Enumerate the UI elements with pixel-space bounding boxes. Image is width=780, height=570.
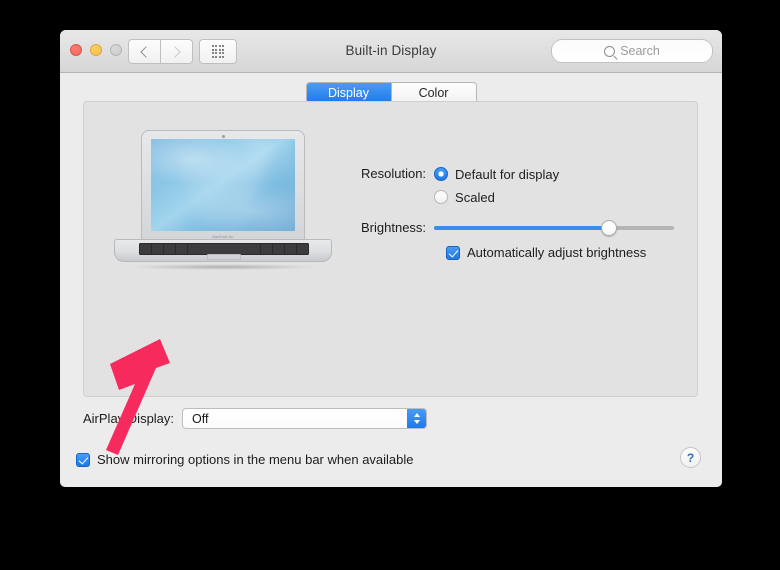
search-field[interactable]: Search	[551, 39, 713, 63]
slider-thumb[interactable]	[601, 220, 618, 236]
screenshot-root: Built-in Display Search Display Color Ma…	[0, 0, 780, 570]
resolution-label: Resolution:	[361, 166, 427, 181]
resolution-options: Default for display Scaled	[434, 165, 559, 211]
auto-brightness-label: Automatically adjust brightness	[467, 245, 647, 260]
airplay-display-label: AirPlay Display:	[83, 410, 175, 426]
macbook-air-preview-image: MacBook Air	[114, 130, 332, 270]
tab-color[interactable]: Color	[390, 83, 476, 103]
laptop-model-label: MacBook Air	[212, 234, 234, 239]
show-mirroring-checkbox[interactable]	[76, 452, 90, 467]
display-settings-panel: MacBook Air Resolution: Default for disp…	[83, 101, 698, 397]
system-preferences-window: Built-in Display Search Display Color Ma…	[60, 30, 722, 487]
radio-button-selected-icon	[434, 167, 449, 181]
tab-display[interactable]: Display	[306, 83, 391, 103]
radio-scaled[interactable]: Scaled	[434, 188, 559, 206]
airplay-display-row: AirPlay Display: Off	[83, 408, 428, 429]
airplay-display-dropdown[interactable]: Off	[182, 408, 428, 429]
window-titlebar: Built-in Display Search	[60, 30, 722, 73]
radio-default-label: Default for display	[455, 166, 560, 182]
popup-arrows-icon	[407, 409, 427, 428]
facetime-camera-icon	[221, 134, 225, 138]
show-mirroring-row[interactable]: Show mirroring options in the menu bar w…	[76, 452, 414, 467]
search-icon	[604, 45, 616, 57]
slider-filled-track	[434, 226, 610, 230]
show-mirroring-label: Show mirroring options in the menu bar w…	[97, 452, 414, 467]
help-button[interactable]: ?	[680, 447, 701, 468]
laptop-shadow	[128, 264, 318, 270]
radio-button-unselected-icon	[434, 190, 449, 204]
radio-scaled-label: Scaled	[455, 189, 495, 205]
brightness-label: Brightness:	[361, 220, 427, 235]
auto-brightness-row[interactable]: Automatically adjust brightness	[446, 245, 646, 260]
laptop-lid: MacBook Air	[141, 130, 305, 241]
chevron-up-icon	[413, 413, 420, 417]
laptop-trackpad	[207, 253, 241, 260]
brightness-row: Brightness:	[361, 219, 675, 237]
chevron-down-icon	[413, 420, 420, 424]
radio-default-for-display[interactable]: Default for display	[434, 165, 559, 183]
auto-brightness-checkbox[interactable]	[446, 245, 460, 260]
laptop-base	[114, 239, 332, 262]
airplay-display-value: Off	[192, 411, 209, 426]
resolution-row: Resolution: Default for display Scaled	[361, 165, 559, 211]
laptop-screen	[151, 139, 295, 231]
brightness-slider[interactable]	[434, 220, 675, 236]
search-placeholder: Search	[620, 44, 660, 58]
